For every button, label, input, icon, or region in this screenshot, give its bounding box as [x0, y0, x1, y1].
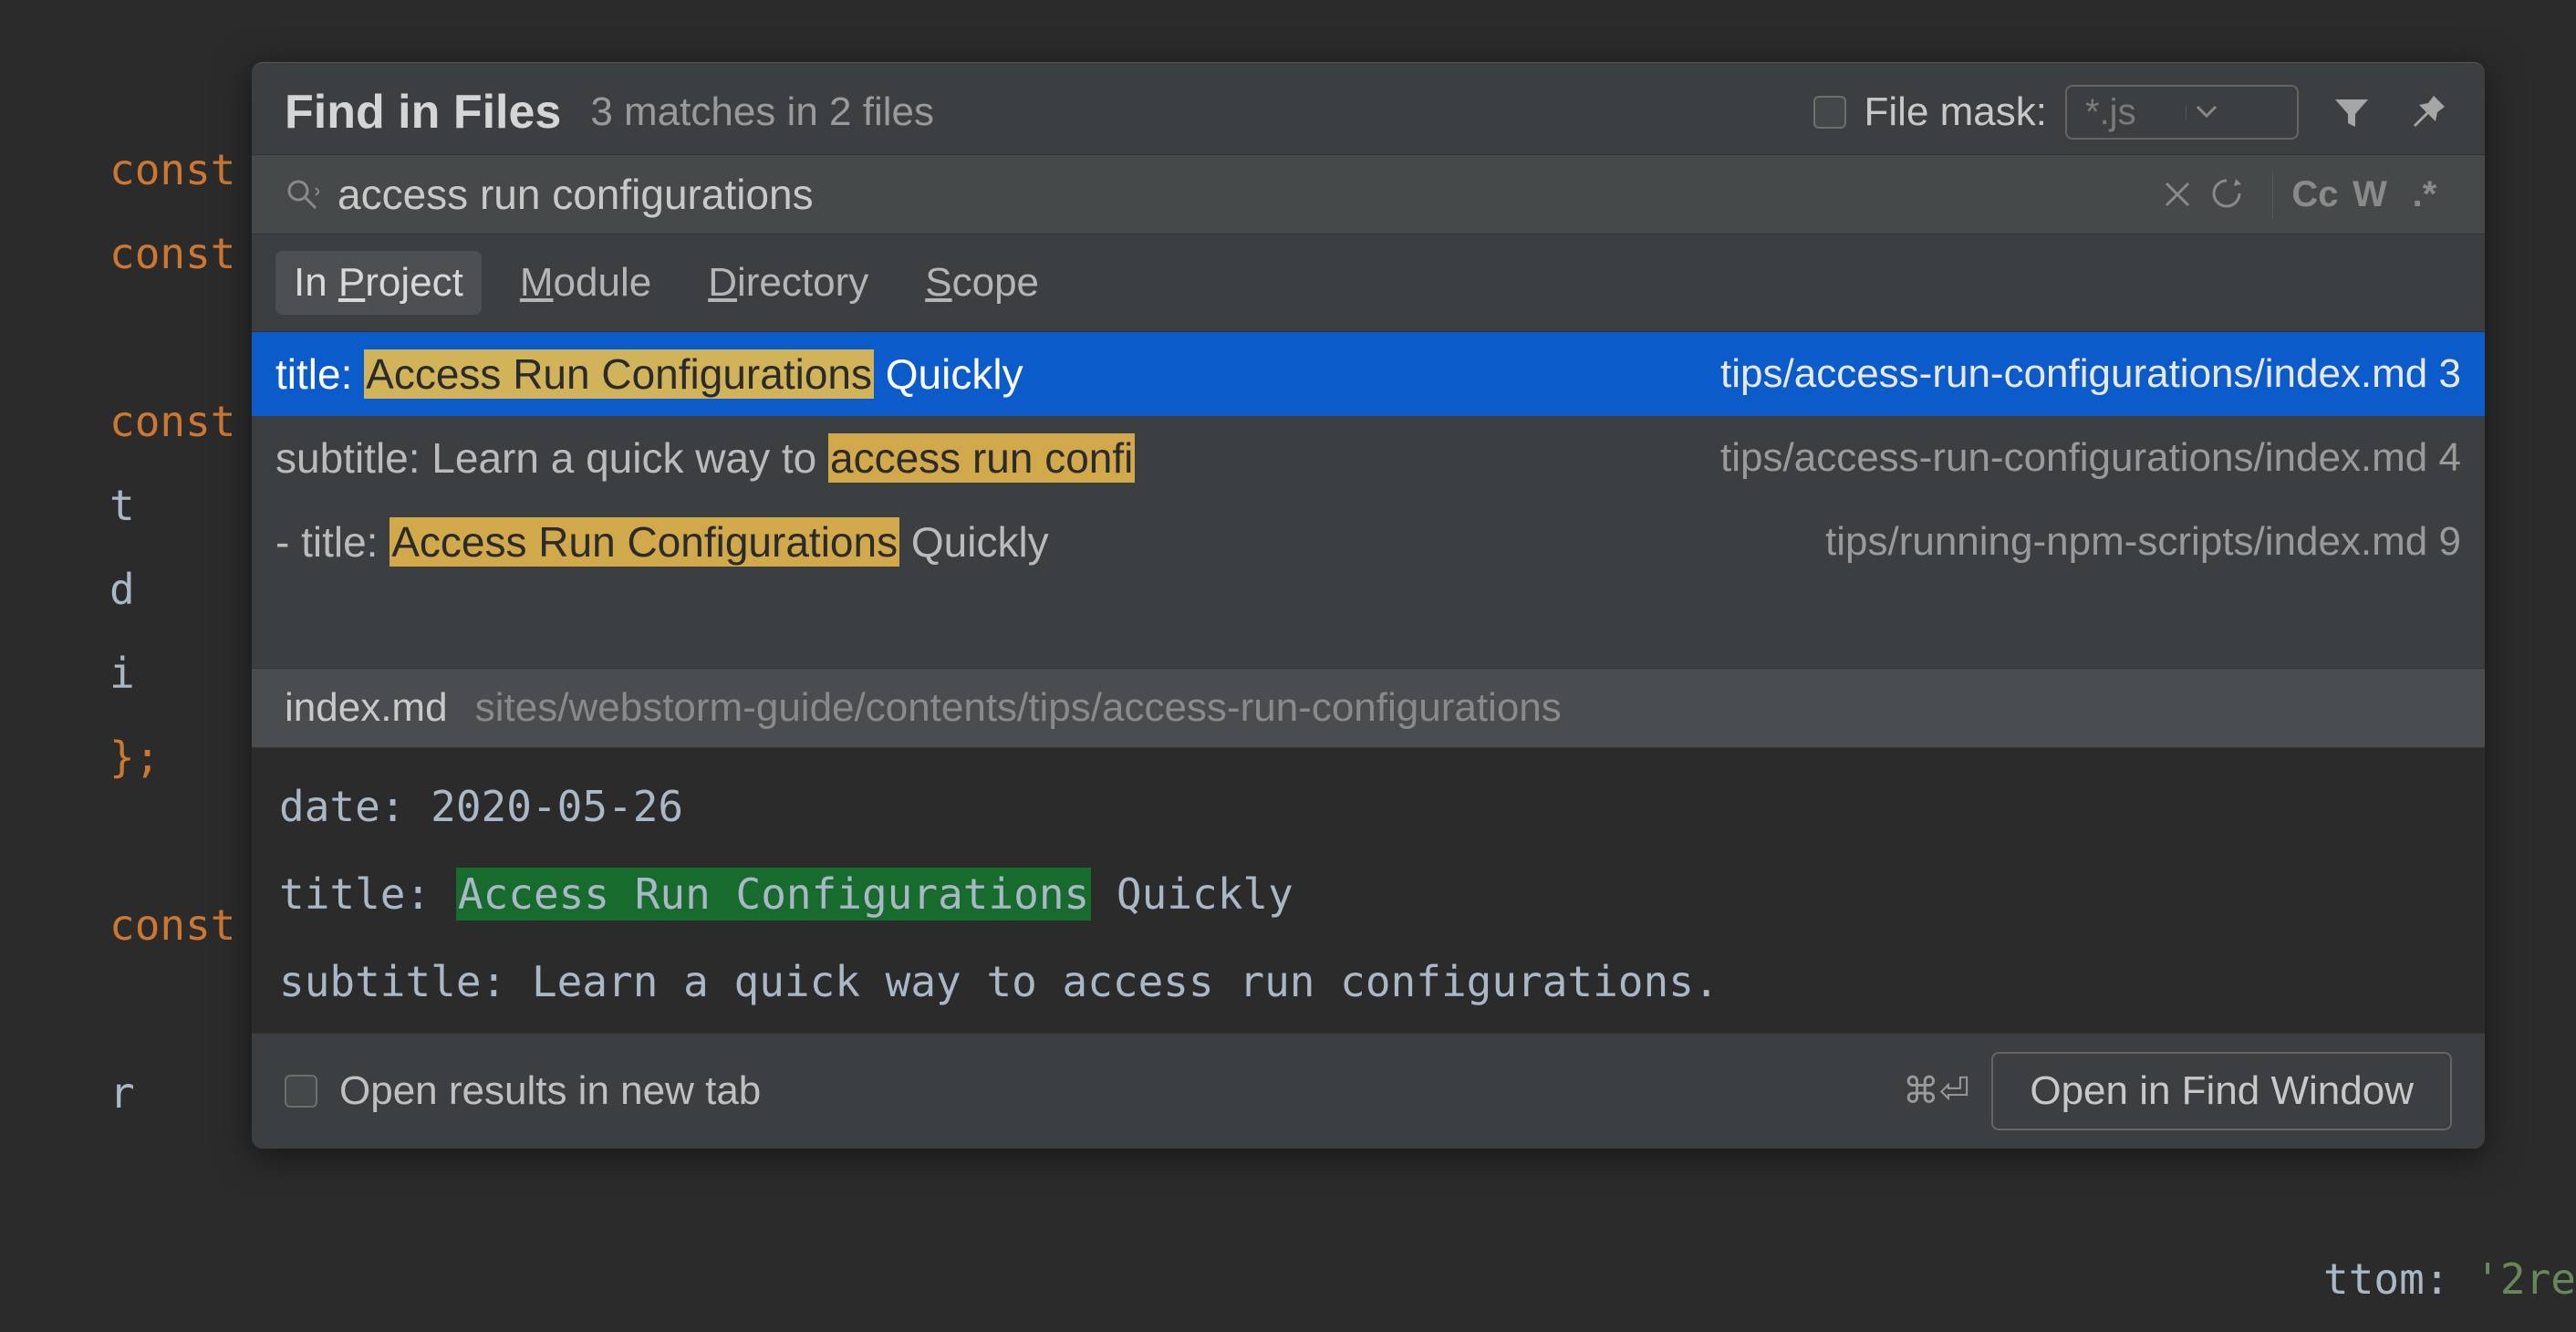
preview-line: date: 2020-05-26 [279, 763, 2457, 850]
find-in-files-dialog: Find in Files 3 matches in 2 files File … [252, 62, 2485, 1149]
dialog-footer: Open results in new tab ⌘⏎ Open in Find … [252, 1033, 2485, 1149]
scope-module[interactable]: Module [502, 251, 670, 315]
pin-icon[interactable] [2405, 88, 2452, 136]
open-find-window-button[interactable]: Open in Find Window [1991, 1052, 2452, 1130]
history-icon[interactable] [2210, 177, 2258, 212]
open-in-tab-label: Open results in new tab [339, 1068, 1881, 1114]
dialog-titlebar: Find in Files 3 matches in 2 files File … [252, 63, 2485, 154]
result-row[interactable]: subtitle: Learn a quick way to access ru… [252, 416, 2485, 500]
preview-line: title: Access Run Configurations Quickly [279, 850, 2457, 938]
chevron-down-icon [2186, 105, 2286, 120]
dialog-title: Find in Files [285, 85, 561, 140]
scope-directory[interactable]: Directory [690, 251, 887, 315]
regex-toggle[interactable]: .* [2397, 174, 2452, 215]
scope-scope[interactable]: Scope [907, 251, 1057, 315]
file-mask-label: File mask: [1864, 89, 2047, 135]
preview-body[interactable]: date: 2020-05-26 title: Access Run Confi… [252, 748, 2485, 1033]
file-mask-combo[interactable]: *.js [2065, 85, 2299, 140]
preview-filepath: sites/webstorm-guide/contents/tips/acces… [475, 685, 1562, 730]
search-input[interactable] [338, 170, 2163, 219]
search-bar: Cc W .* [252, 154, 2485, 234]
search-icon [285, 177, 319, 212]
match-summary: 3 matches in 2 files [590, 89, 1783, 135]
preview-filename: index.md [285, 685, 448, 730]
separator [2272, 171, 2273, 218]
file-mask-group: File mask: *.js [1813, 85, 2299, 140]
filter-icon[interactable] [2328, 88, 2375, 136]
scope-tabs: In Project Module Directory Scope [252, 234, 2485, 332]
clear-icon[interactable] [2163, 180, 2210, 209]
open-in-tab-checkbox[interactable] [285, 1075, 317, 1108]
scope-in-project[interactable]: In Project [275, 251, 482, 315]
preview-header: index.md sites/webstorm-guide/contents/t… [252, 668, 2485, 748]
file-mask-value: *.js [2085, 92, 2186, 133]
match-case-toggle[interactable]: Cc [2288, 174, 2342, 215]
file-mask-checkbox[interactable] [1813, 96, 1846, 129]
words-toggle[interactable]: W [2342, 174, 2397, 215]
result-row[interactable]: - title: Access Run Configurations Quick… [252, 500, 2485, 584]
shortcut-hint: ⌘⏎ [1903, 1070, 1970, 1112]
results-list: title: Access Run Configurations Quickly… [252, 332, 2485, 668]
preview-line: subtitle: Learn a quick way to access ru… [279, 938, 2457, 1025]
result-row[interactable]: title: Access Run Configurations Quickly… [252, 332, 2485, 416]
results-padding [252, 584, 2485, 668]
